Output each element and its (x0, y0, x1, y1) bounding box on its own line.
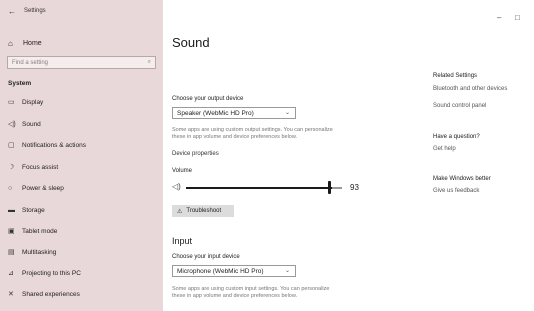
sidebar-item-label: Power & sleep (22, 184, 64, 192)
bluetooth-devices-link[interactable]: Bluetooth and other devices (433, 86, 507, 92)
power-icon: ○ (8, 184, 13, 192)
sidebar-item-power-sleep[interactable]: ○ Power & sleep (8, 182, 158, 194)
question-title: Have a question? (433, 134, 480, 140)
search-placeholder: Find a setting (12, 59, 49, 66)
sidebar-item-tablet-mode[interactable]: ▣ Tablet mode (8, 225, 158, 237)
sidebar-item-label: Sound (22, 120, 41, 128)
sidebar-item-multitasking[interactable]: ▤ Multitasking (8, 246, 158, 258)
input-hint-line: these in app volume and device preferenc… (172, 293, 298, 299)
home-label: Home (23, 40, 42, 47)
troubleshoot-label: Troubleshoot (186, 208, 222, 214)
projecting-icon: ⊿ (8, 270, 14, 277)
search-input[interactable]: Find a setting ⌕ (7, 56, 156, 69)
sidebar-item-label: Focus assist (22, 163, 59, 171)
related-settings-title: Related Settings (433, 73, 478, 79)
volume-slider[interactable]: ◁) 93 (172, 181, 372, 194)
storage-icon: ▬ (8, 206, 15, 214)
input-hint: Some apps are using custom input setting… (172, 286, 372, 300)
tablet-icon: ▣ (8, 228, 15, 235)
sidebar-item-label: Notifications & actions (22, 141, 86, 149)
page-title: Sound (172, 35, 210, 50)
input-device-value: Microphone (WebMic HD Pro) (177, 267, 264, 275)
sidebar-item-storage[interactable]: ▬ Storage (8, 204, 158, 216)
window-title: Settings (24, 8, 46, 14)
sidebar-item-shared-experiences[interactable]: ✕ Shared experiences (8, 288, 158, 300)
speaker-icon: ◁) (8, 121, 16, 128)
multitasking-icon: ▤ (8, 249, 15, 256)
warning-icon: ⚠ (177, 208, 183, 215)
sidebar-item-label: Shared experiences (22, 290, 80, 298)
input-device-label: Choose your input device (172, 254, 240, 260)
shared-icon: ✕ (8, 291, 14, 298)
output-hint-line: these in app volume and device preferenc… (172, 134, 298, 140)
sidebar-item-label: Multitasking (22, 248, 57, 256)
chevron-down-icon: ⌄ (284, 268, 290, 274)
output-device-label: Choose your output device (172, 96, 244, 102)
sidebar-item-label: Tablet mode (22, 227, 58, 235)
input-section-title: Input (172, 236, 193, 246)
chevron-down-icon: ⌄ (284, 110, 290, 116)
windows-better-title: Make Windows better (433, 176, 491, 182)
sidebar-item-sound[interactable]: ◁) Sound (8, 118, 158, 130)
sidebar-item-label: Projecting to this PC (22, 269, 81, 277)
sidebar: ← Settings ⌂ Home Find a setting ⌕ Syste… (0, 0, 163, 311)
sidebar-item-projecting[interactable]: ⊿ Projecting to this PC (8, 267, 158, 279)
back-arrow-icon[interactable]: ← (8, 7, 16, 16)
output-hint-line: Some apps are using custom output settin… (172, 127, 333, 133)
volume-track (186, 187, 336, 189)
notifications-icon: ▢ (8, 142, 15, 149)
moon-icon: ☽ (8, 164, 15, 171)
minimize-button[interactable]: – (497, 13, 501, 22)
troubleshoot-button[interactable]: ⚠ Troubleshoot (172, 205, 234, 217)
title-bar: ← Settings (0, 0, 163, 22)
output-device-select[interactable]: Speaker (WebMic HD Pro) ⌄ (172, 107, 296, 119)
input-device-select[interactable]: Microphone (WebMic HD Pro) ⌄ (172, 265, 296, 277)
sound-control-panel-link[interactable]: Sound control panel (433, 103, 486, 109)
sidebar-item-label: Storage (22, 206, 45, 214)
output-hint: Some apps are using custom output settin… (172, 127, 372, 141)
volume-label: Volume (172, 168, 193, 174)
volume-track-remaining (332, 187, 342, 189)
sidebar-item-display[interactable]: ▭ Display (8, 96, 158, 108)
get-help-link[interactable]: Get help (433, 146, 456, 152)
sidebar-item-focus-assist[interactable]: ☽ Focus assist (8, 161, 158, 173)
input-hint-line: Some apps are using custom input setting… (172, 286, 330, 292)
device-properties-link[interactable]: Device properties (172, 151, 219, 157)
sidebar-section-title: System (8, 80, 32, 87)
sidebar-item-home[interactable]: ⌂ Home (8, 39, 42, 48)
feedback-link[interactable]: Give us feedback (433, 188, 479, 194)
display-icon: ▭ (8, 99, 15, 106)
sidebar-item-notifications[interactable]: ▢ Notifications & actions (8, 139, 158, 151)
volume-value: 93 (350, 183, 359, 192)
sidebar-item-label: Display (22, 98, 44, 106)
home-icon: ⌂ (8, 39, 13, 48)
search-icon: ⌕ (147, 59, 151, 65)
maximize-button[interactable]: □ (515, 13, 520, 22)
volume-thumb[interactable] (328, 181, 331, 194)
speaker-icon[interactable]: ◁) (172, 182, 181, 191)
output-device-value: Speaker (WebMic HD Pro) (177, 109, 254, 117)
